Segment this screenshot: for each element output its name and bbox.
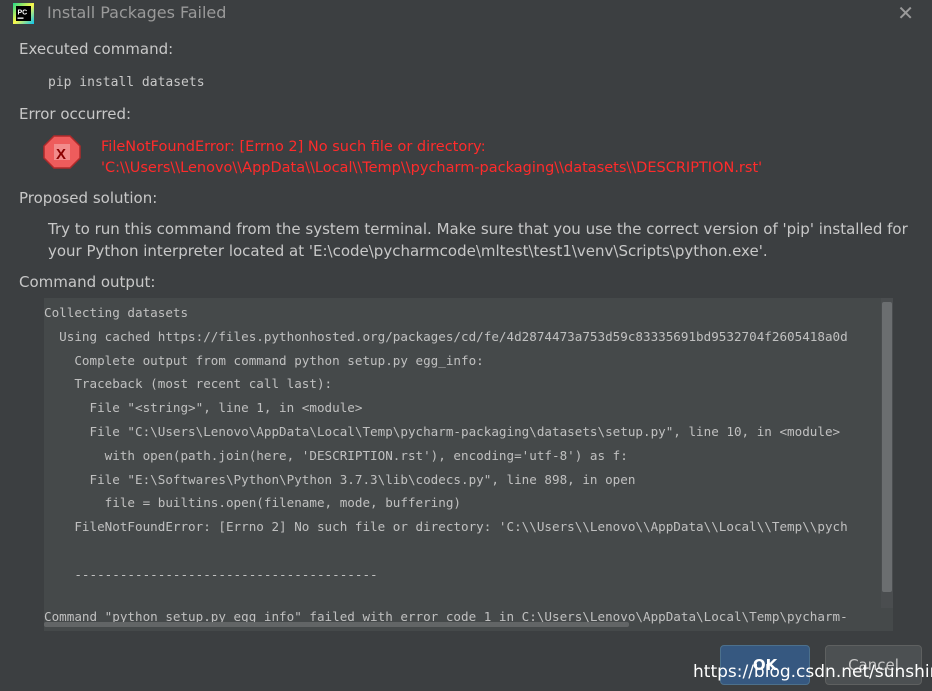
close-icon[interactable]: ✕ [897,2,914,24]
command-output-panel[interactable]: Collecting datasets Using cached https:/… [44,298,893,631]
error-line-1: FileNotFoundError: [Errno 2] No such fil… [101,139,486,155]
error-occurred-label: Error occurred: [19,105,132,123]
error-line-2: 'C:\\Users\\Lenovo\\AppData\\Local\\Temp… [101,160,763,176]
proposed-solution-label: Proposed solution: [19,189,158,207]
output-line: file = builtins.open(filename, mode, buf… [44,495,462,511]
svg-text:PC: PC [18,10,28,17]
window-title: Install Packages Failed [47,3,227,22]
output-line: File "C:\Users\Lenovo\AppData\Local\Temp… [44,423,841,439]
output-line: Traceback (most recent call last): [44,376,333,392]
pycharm-icon: PC [13,3,34,24]
watermark-text: https://blog.csdn.net/sunshine04 [693,662,932,682]
output-lines: Collecting datasets Using cached https:/… [44,301,848,587]
error-x-icon: X [43,135,81,169]
output-line: File "E:\Softwares\Python\Python 3.7.3\l… [44,471,636,487]
executed-command: pip install datasets [48,75,205,90]
output-line: File "<string>", line 1, in <module> [44,400,363,416]
command-output-label: Command output: [19,273,156,291]
output-line: Collecting datasets [44,305,189,320]
horizontal-scrollbar-thumb[interactable] [44,622,629,627]
output-line: FileNotFoundError: [Errno 2] No such fil… [44,519,848,535]
output-line: Using cached https://files.pythonhosted.… [44,328,848,344]
proposed-solution-text: Try to run this command from the system … [48,220,908,260]
output-line: Complete output from command python setu… [44,352,484,368]
executed-command-label: Executed command: [19,40,174,58]
vertical-scrollbar-thumb[interactable] [882,302,892,592]
title-bar: PC Install Packages Failed ✕ [0,0,932,28]
output-line: with open(path.join(here, 'DESCRIPTION.r… [44,447,628,463]
error-message: FileNotFoundError: [Errno 2] No such fil… [101,137,762,179]
output-line: ---------------------------------------- [44,566,378,582]
svg-text:X: X [56,146,66,163]
vertical-scrollbar[interactable] [881,298,893,608]
